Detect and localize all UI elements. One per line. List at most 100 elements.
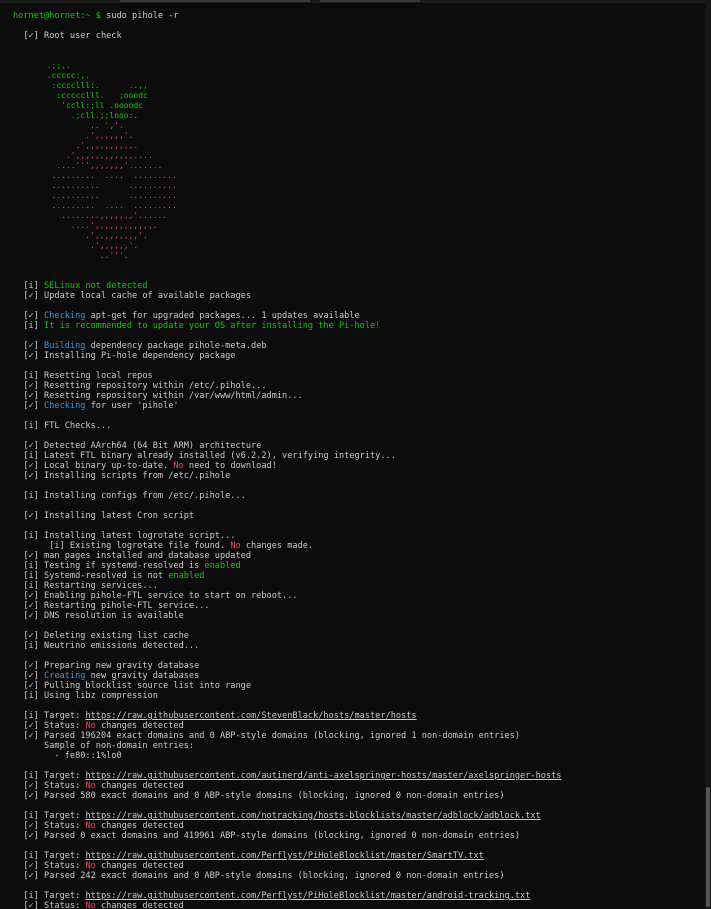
output-text: [✓] Parsed 580 exact domains and 0 ABP-s… (13, 791, 505, 801)
logo-line: .',,,,,,,,,,,,.... (13, 151, 153, 160)
logo-line: .',,,,,,'. (13, 241, 139, 250)
output-line: [✓] Status: No changes detected (13, 901, 561, 909)
output-line: [✓] Checking for user 'pihole' (13, 401, 561, 411)
output-text: Checking (44, 311, 86, 321)
scrollbar[interactable] (705, 0, 711, 909)
output-line: [✓] Installing scripts from /etc/.pihole (13, 471, 561, 481)
terminal-window[interactable]: hornet@hornet:~ $ sudo pihole -r [✓] Roo… (0, 0, 711, 909)
logo-line: ......... .... ......... (13, 171, 177, 180)
output-line: [i] Testing if systemd-resolved is enabl… (13, 561, 561, 571)
output-text: [i] Target: (13, 771, 86, 781)
output-line: [✓] Update local cache of available pack… (13, 291, 561, 301)
output-line: [✓] Checking apt-get for upgraded packag… (13, 311, 561, 321)
output-line: [✓] Pulling blocklist source list into r… (13, 681, 561, 691)
output-text: changes detected (95, 821, 184, 831)
blocklist-url-link[interactable]: https://raw.githubusercontent.com/Perfly… (85, 891, 530, 901)
output-text: [i] FTL Checks... (13, 421, 112, 431)
output-text: need to download! (183, 461, 277, 471)
logo-line: ....''',,,,,,,'....... (13, 161, 163, 170)
output-line: [✓] Restarting pihole-FTL service... (13, 601, 561, 611)
output-line: [i] Installing latest logrotate script..… (13, 531, 561, 541)
output-line: [i] Installing configs from /etc/.pihole… (13, 491, 561, 501)
output-line: [i] FTL Checks... (13, 421, 561, 431)
pihole-ascii-logo: .;;,. .ccccc:,. :cccclll:. ..,, :cccccll… (13, 61, 561, 261)
output-line: [i] Target: https://raw.githubuserconten… (13, 711, 561, 721)
output-line: [i] Latest FTL binary already installed … (13, 451, 561, 461)
terminal-output: hornet@hornet:~ $ sudo pihole -r [✓] Roo… (13, 11, 561, 909)
output-text: [i] Systemd-resolved is not (13, 571, 169, 581)
output-text: Checking (44, 401, 86, 411)
output-text: changes detected (95, 861, 184, 871)
logo-line: ......... .... ......... (13, 201, 177, 210)
output-text: [i] Neutrino emissions detected... (13, 641, 200, 651)
output-line: - fe80::1%lo0 (13, 751, 561, 761)
blocklist-url-link[interactable]: https://raw.githubusercontent.com/Perfly… (85, 851, 483, 861)
output-text: [✓] Root user check (13, 31, 122, 41)
logo-line: .;;,. (13, 61, 71, 70)
logo-line: ........,,,,,,,'...... (13, 211, 168, 220)
output-line: [✓] Resetting repository within /etc/.pi… (13, 381, 561, 391)
output-text: changes made. (240, 541, 314, 551)
output-line: [✓] Enabling pihole-FTL service to start… (13, 591, 561, 601)
output-text: [i] Target: (13, 891, 86, 901)
output-text: [✓] DNS resolution is available (13, 611, 184, 621)
output-line: [✓] Status: No changes detected (13, 821, 561, 831)
output-line: [i] Restarting services... (13, 581, 561, 591)
output-text: [✓] Local binary up-to-date. (13, 461, 174, 471)
output-text: for user 'pihole' (85, 401, 179, 411)
output-text: [i] (13, 281, 45, 291)
output-line: [✓] Root user check (13, 31, 561, 41)
output-text: No (85, 901, 96, 909)
output-text: [✓] Pulling blocklist source list into r… (13, 681, 251, 691)
output-text: - fe80::1%lo0 (13, 751, 122, 761)
output-text: dependency package pihole-meta.deb (85, 341, 267, 351)
output-text: [i] Installing configs from /etc/.pihole… (13, 491, 246, 501)
output-line: [i] Target: https://raw.githubuserconten… (13, 891, 561, 901)
output-text: [✓] Restarting pihole-FTL service... (13, 601, 210, 611)
output-text: changes detected (95, 901, 184, 909)
output-line: [✓] Root user check (13, 31, 561, 41)
output-text: [i] (13, 321, 45, 331)
output-line: [i] Target: https://raw.githubuserconten… (13, 771, 561, 781)
blocklist-url-link[interactable]: https://raw.githubusercontent.com/notrac… (85, 811, 540, 821)
output-text: [✓] Installing latest Cron script (13, 511, 195, 521)
output-text: [i] Resetting local repos (13, 371, 153, 381)
output-text: [i] Using libz compression (13, 691, 158, 701)
output-line: [✓] Detected AArch64 (64 Bit ARM) archit… (13, 441, 561, 451)
output-text: new gravity databases (85, 671, 200, 681)
output-text: [✓] Preparing new gravity database (13, 661, 200, 671)
logo-line: .',,,,,,,,,,. (13, 141, 139, 150)
output-text: [✓] Parsed 242 exact domains and 0 ABP-s… (13, 871, 505, 881)
shell-prompt: hornet@hornet:~ $ (13, 11, 101, 21)
blocklist-url-link[interactable]: https://raw.githubusercontent.com/autine… (85, 771, 561, 781)
logo-line: .. ','. (13, 121, 124, 130)
output-text: enabled (204, 561, 241, 571)
output-text: [✓] Parsed 0 exact domains and 419961 AB… (13, 831, 521, 841)
output-line: [✓] Parsed 0 exact domains and 419961 AB… (13, 831, 561, 841)
logo-line: .ccccc:,. (13, 71, 91, 80)
output-text: [✓] Enabling pihole-FTL service to start… (13, 591, 298, 601)
output-text: Creating (44, 671, 86, 681)
output-text: [✓] Status: (13, 861, 86, 871)
output-text: [✓] Status: (13, 721, 86, 731)
scrollbar-thumb[interactable] (706, 787, 710, 907)
logo-line: .',,,,,,,,,'. (13, 231, 148, 240)
output-line: [i] Using libz compression (13, 691, 561, 701)
output-text: No (173, 461, 184, 471)
blocklist-url-link[interactable]: https://raw.githubusercontent.com/Steven… (85, 711, 416, 721)
command-line: hornet@hornet:~ $ sudo pihole -r (13, 11, 561, 21)
output-text: [✓] Installing Pi-hole dependency packag… (13, 351, 236, 361)
logo-line: ....',,,,,,,,,,,,. (13, 221, 158, 230)
output-text: apt-get for upgraded packages... 1 updat… (85, 311, 360, 321)
output-line: [i] Resetting local repos (13, 371, 561, 381)
output-line: [i] Target: https://raw.githubuserconten… (13, 811, 561, 821)
